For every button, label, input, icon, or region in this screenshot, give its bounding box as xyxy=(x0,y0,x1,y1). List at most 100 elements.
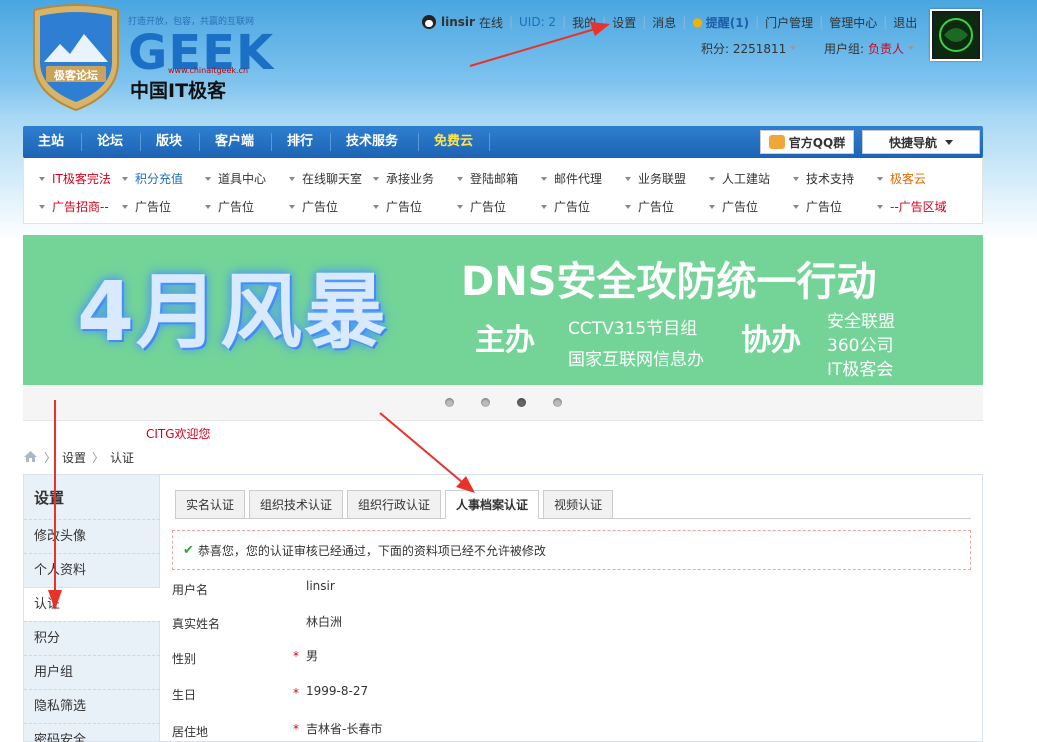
nav-forum[interactable]: 论坛 xyxy=(97,126,123,158)
subnav-label: 积分充值 xyxy=(135,172,184,186)
subnav-label: 人工建站 xyxy=(722,172,771,186)
nav-free-cloud[interactable]: 免费云 xyxy=(434,126,473,158)
settings-sidebar: 设置 修改头像 个人资料 认证 积分 用户组 隐私筛选 密码安全 xyxy=(23,474,160,742)
forum-shield-logo[interactable] xyxy=(30,4,122,112)
caret-down-icon xyxy=(541,205,547,209)
subnav-label: 广告招商-- xyxy=(52,200,109,214)
subnav-r1-item-10[interactable]: 技术支持 xyxy=(793,170,854,187)
subnav-r2-item-5[interactable]: 广告位 xyxy=(373,198,422,215)
usergroup-display[interactable]: 用户组: 负责人 xyxy=(824,40,915,56)
subnav-label: 邮件代理 xyxy=(554,172,603,186)
group-value: 负责人 xyxy=(868,41,905,56)
subnav-r1-item-8[interactable]: 业务联盟 xyxy=(625,170,686,187)
subnav-r1-item-9[interactable]: 人工建站 xyxy=(709,170,770,187)
field-value-realname: 林白洲 xyxy=(306,615,343,629)
shield-text: 极客论坛 xyxy=(54,69,98,82)
subnav-r1-item-7[interactable]: 邮件代理 xyxy=(541,170,602,187)
subnav-r2-item-2[interactable]: 广告位 xyxy=(122,198,171,215)
subnav-r2-item-8[interactable]: 广告位 xyxy=(625,198,674,215)
logout-link[interactable]: 退出 xyxy=(893,14,917,31)
subnav-r2-item-6[interactable]: 广告位 xyxy=(457,198,506,215)
subnav-r1-item-4[interactable]: 在线聊天室 xyxy=(289,170,362,187)
sidebar-item-points[interactable]: 积分 xyxy=(24,621,160,655)
sidebar-item-profile[interactable]: 个人资料 xyxy=(24,553,160,587)
banner-title: DNS安全攻防统一行动 xyxy=(461,259,877,305)
field-label-username: 用户名 xyxy=(172,583,209,597)
slider-dot-4[interactable] xyxy=(553,398,562,407)
nav-tech-service[interactable]: 技术服务 xyxy=(346,126,398,158)
field-value-residence: 吉林省-长春市 xyxy=(306,722,383,736)
tab-personnel-file[interactable]: 人事档案认证 xyxy=(445,490,540,519)
promo-banner[interactable]: 4月风暴 DNS安全攻防统一行动 主办 CCTV315节目组 国家互联网信息办 … xyxy=(23,235,983,385)
nav-ranking[interactable]: 排行 xyxy=(287,126,313,158)
sidebar-item-privacy[interactable]: 隐私筛选 xyxy=(24,689,160,723)
subnav-label: 技术支持 xyxy=(806,172,855,186)
subnav-label: 在线聊天室 xyxy=(302,172,363,186)
required-mark: * xyxy=(293,722,299,736)
subnav-r2-item-10[interactable]: 广告位 xyxy=(793,198,842,215)
caret-down-icon xyxy=(625,177,631,181)
nav-boards[interactable]: 版块 xyxy=(156,126,182,158)
tab-video[interactable]: 视频认证 xyxy=(543,490,614,519)
subnav-r1-item-3[interactable]: 道具中心 xyxy=(205,170,266,187)
subnav-r2-item-1[interactable]: 广告招商-- xyxy=(39,198,109,215)
admin-center-link[interactable]: 管理中心 xyxy=(829,14,877,31)
tab-org-tech[interactable]: 组织技术认证 xyxy=(249,490,344,519)
verify-panel: 实名认证 组织技术认证 组织行政认证 人事档案认证 视频认证 ✔ 恭喜您，您的认… xyxy=(160,474,983,742)
slider-dot-3[interactable] xyxy=(517,398,526,407)
avatar[interactable] xyxy=(930,9,982,61)
logo-url: www.chinaitgeek.cn xyxy=(168,66,249,75)
subnav-r2-item-4[interactable]: 广告位 xyxy=(289,198,338,215)
qq-group-label: 官方QQ群 xyxy=(788,135,846,150)
sidebar-item-password[interactable]: 密码安全 xyxy=(24,723,160,742)
home-icon[interactable] xyxy=(23,450,38,466)
subnav-r2-item-9[interactable]: 广告位 xyxy=(709,198,758,215)
qq-group-button[interactable]: 官方QQ群 xyxy=(760,130,854,154)
tab-realname[interactable]: 实名认证 xyxy=(175,490,246,519)
subnav-label: 广告位 xyxy=(218,200,255,214)
quick-nav-dropdown[interactable]: 快捷导航 xyxy=(862,130,980,154)
subnav-r2-item-3[interactable]: 广告位 xyxy=(205,198,254,215)
settings-link[interactable]: 设置 xyxy=(612,14,636,31)
subnav-r1-item-5[interactable]: 承接业务 xyxy=(373,170,434,187)
caret-down-icon xyxy=(39,177,45,181)
sidebar-item-usergroup[interactable]: 用户组 xyxy=(24,655,160,689)
banner-host-label: 主办 xyxy=(475,323,535,358)
username-link[interactable]: linsir xyxy=(441,15,475,29)
nav-client[interactable]: 客户端 xyxy=(215,126,254,158)
chevron-down-icon xyxy=(945,139,953,145)
portal-admin-link[interactable]: 门户管理 xyxy=(765,14,813,31)
qq-penguin-icon xyxy=(422,15,436,29)
subnav-r2-item-7[interactable]: 广告位 xyxy=(541,198,590,215)
slider-dots-bar xyxy=(23,385,983,421)
subnav-label: 道具中心 xyxy=(218,172,267,186)
quick-nav-label: 快捷导航 xyxy=(888,135,937,150)
subnav-label: 广告位 xyxy=(470,200,507,214)
group-label: 用户组: xyxy=(824,41,865,56)
reminders-link[interactable]: 提醒(1) xyxy=(706,14,749,31)
subnav-r1-item-2[interactable]: 积分充值 xyxy=(122,170,183,187)
sidebar-item-avatar[interactable]: 修改头像 xyxy=(24,519,160,553)
checkmark-icon: ✔ xyxy=(183,542,194,558)
subnav-r2-item-11[interactable]: --广告区域 xyxy=(877,198,947,215)
banner-co-2: 360公司 xyxy=(827,336,894,356)
caret-down-icon xyxy=(625,205,631,209)
lightbulb-icon: ● xyxy=(692,15,703,29)
caret-down-icon xyxy=(457,177,463,181)
sidebar-item-verify[interactable]: 认证 xyxy=(24,587,160,621)
subnav-r1-item-11[interactable]: 极客云 xyxy=(877,170,926,187)
nav-main-site[interactable]: 主站 xyxy=(38,126,64,158)
slider-dot-2[interactable] xyxy=(481,398,490,407)
subnav-r1-item-6[interactable]: 登陆邮箱 xyxy=(457,170,518,187)
breadcrumb-settings[interactable]: 设置 xyxy=(62,449,86,466)
caret-down-icon xyxy=(205,177,211,181)
subnav-label: --广告区域 xyxy=(890,200,947,214)
tab-org-admin[interactable]: 组织行政认证 xyxy=(347,490,442,519)
breadcrumb: 〉 设置 〉 认证 xyxy=(23,449,134,466)
field-value-username: linsir xyxy=(306,579,335,593)
messages-link[interactable]: 消息 xyxy=(652,14,676,31)
points-display[interactable]: 积分: 2251811 xyxy=(701,40,797,56)
my-link[interactable]: 我的 xyxy=(572,14,596,31)
slider-dot-1[interactable] xyxy=(445,398,454,407)
subnav-r1-item-1[interactable]: IT极客完法 xyxy=(39,170,111,187)
